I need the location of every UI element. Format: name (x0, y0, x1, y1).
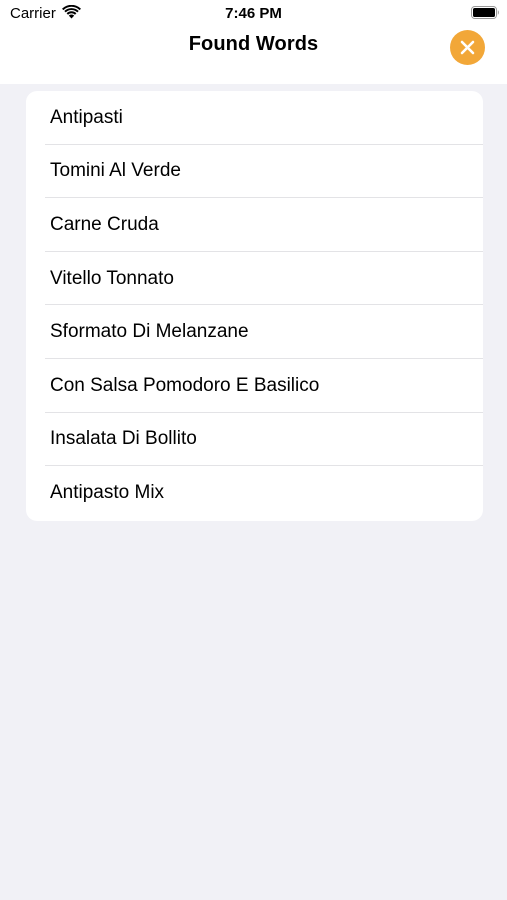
list-item[interactable]: Antipasto Mix (26, 466, 483, 520)
word-label: Carne Cruda (50, 213, 159, 235)
word-label: Con Salsa Pomodoro E Basilico (50, 374, 320, 396)
status-bar: Carrier 7:46 PM (0, 0, 507, 28)
word-label: Vitello Tonnato (50, 267, 174, 289)
list-item[interactable]: Con Salsa Pomodoro E Basilico (26, 359, 483, 413)
list-item[interactable]: Vitello Tonnato (26, 252, 483, 306)
word-label: Tomini Al Verde (50, 160, 181, 182)
list-item[interactable]: Antipasti (26, 91, 483, 145)
word-label: Insalata Di Bollito (50, 428, 197, 450)
close-icon (460, 40, 475, 55)
header: Carrier 7:46 PM Found Words (0, 0, 507, 84)
list-item[interactable]: Carne Cruda (26, 198, 483, 252)
page-title: Found Words (188, 33, 319, 55)
close-button[interactable] (450, 30, 485, 65)
battery-full-icon (471, 6, 499, 19)
word-label: Antipasti (50, 106, 123, 128)
status-time: 7:46 PM (225, 5, 282, 22)
list-item[interactable]: Insalata Di Bollito (26, 413, 483, 467)
found-words-list: Antipasti Tomini Al Verde Carne Cruda Vi… (26, 91, 483, 521)
list-item[interactable]: Sformato Di Melanzane (26, 305, 483, 359)
word-label: Sformato Di Melanzane (50, 321, 249, 343)
found-words-screen: Carrier 7:46 PM Found Words Antipasti To… (0, 0, 507, 900)
list-item[interactable]: Tomini Al Verde (26, 145, 483, 199)
word-label: Antipasto Mix (50, 481, 165, 503)
